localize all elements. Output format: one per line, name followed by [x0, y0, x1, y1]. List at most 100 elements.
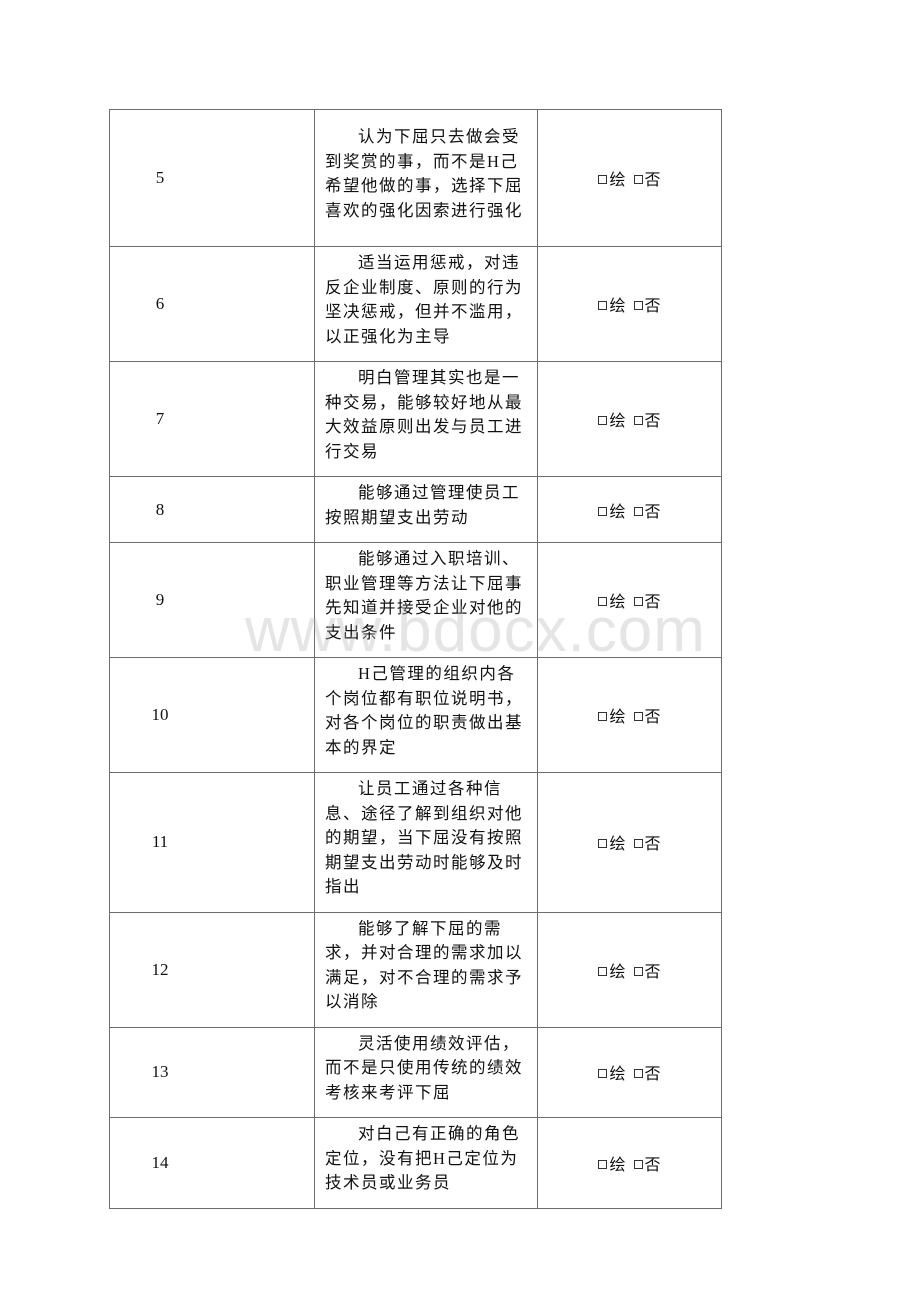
choice-cell: 绘 否	[537, 657, 722, 773]
option-yes[interactable]: 绘	[598, 498, 626, 522]
option-no[interactable]: 否	[633, 407, 661, 431]
checkbox-icon[interactable]	[598, 1159, 608, 1169]
checkbox-icon[interactable]	[598, 301, 608, 310]
choice-cell: 绘 否	[537, 361, 722, 477]
checkbox-icon[interactable]	[598, 416, 608, 425]
option-no-label: 否	[644, 709, 661, 726]
item-number-cell: 10	[109, 657, 315, 773]
option-no[interactable]: 否	[633, 958, 661, 982]
checkbox-icon[interactable]	[633, 712, 643, 721]
item-number: 7	[155, 409, 165, 428]
item-number: 13	[151, 1062, 169, 1082]
checkbox-icon[interactable]	[598, 506, 608, 516]
item-description: 能够通过入职培训、职业管理等方法让下屈事先知道并接受企业对他的支出条件	[325, 549, 523, 642]
item-number-cell: 9	[109, 542, 315, 658]
choice-cell: 绘 否	[537, 476, 722, 543]
option-yes[interactable]: 绘	[598, 292, 626, 316]
item-description: 对白己有正确的角色定位，没有把H己定位为技术员或业务员	[325, 1124, 520, 1192]
assessment-table: 5 认为下屈只去做会受到奖赏的事，而不是H己希望他做的事，选择下屈喜欢的强化因索…	[109, 109, 722, 1209]
option-no[interactable]: 否	[633, 830, 661, 854]
table-row: 12 能够了解下屈的需求，并对合理的需求加以满足，对不合理的需求予以消除 绘 否	[109, 911, 722, 1028]
item-number-cell: 13	[109, 1026, 315, 1118]
checkbox-icon[interactable]	[598, 839, 608, 849]
choice-cell: 绘 否	[537, 1026, 722, 1118]
item-description-cell: 适当运用惩戒，对违反企业制度、原则的行为坚决惩戒，但并不滥用，以正强化为主导	[314, 246, 538, 362]
checkbox-icon[interactable]	[633, 839, 643, 849]
checkbox-icon[interactable]	[598, 1069, 608, 1079]
option-yes[interactable]: 绘	[598, 588, 626, 612]
option-yes[interactable]: 绘	[598, 703, 626, 727]
item-description: H己管理的组织内各个岗位都有职位说明书，对各个岗位的职责做出基本的界定	[325, 664, 523, 757]
item-description-cell: 能够通过管理使员工按照期望支出劳动	[314, 476, 538, 543]
table-row: 7 明白管理其实也是一种交易，能够较好地从最大效益原则出发与员工进行交易 绘 否	[109, 361, 722, 477]
option-yes[interactable]: 绘	[598, 958, 626, 982]
checkbox-icon[interactable]	[633, 416, 643, 425]
option-yes-label: 绘	[609, 172, 626, 189]
option-no-label: 否	[644, 298, 661, 315]
item-number-cell: 7	[109, 361, 315, 477]
table-row: 6 适当运用惩戒，对违反企业制度、原则的行为坚决惩戒，但并不滥用，以正强化为主导…	[109, 246, 722, 362]
option-yes[interactable]: 绘	[598, 1060, 626, 1084]
checkbox-icon[interactable]	[633, 301, 643, 310]
item-description: 灵活使用绩效评估，而不是只使用传统的绩效考核来考评下屈	[325, 1033, 523, 1102]
table-row: 11 让员工通过各种信息、途径了解到组织对他的期望，当下屈没有按照期望支出劳动时…	[109, 772, 722, 913]
item-description-cell: 能够了解下屈的需求，并对合理的需求加以满足，对不合理的需求予以消除	[314, 911, 538, 1028]
checkbox-icon[interactable]	[633, 966, 643, 976]
option-yes-label: 绘	[609, 503, 626, 521]
option-no-label: 否	[644, 503, 661, 521]
item-number-cell: 6	[109, 246, 315, 362]
item-description: 能够了解下屈的需求，并对合理的需求加以满足，对不合理的需求予以消除	[325, 918, 523, 1012]
option-yes-label: 绘	[609, 298, 626, 315]
table-row: 5 认为下屈只去做会受到奖赏的事，而不是H己希望他做的事，选择下屈喜欢的强化因索…	[109, 109, 722, 247]
choice-cell: 绘 否	[537, 911, 722, 1028]
table-row: 10 H己管理的组织内各个岗位都有职位说明书，对各个岗位的职责做出基本的界定 绘…	[109, 657, 722, 773]
option-yes-label: 绘	[609, 963, 626, 981]
option-no-label: 否	[644, 1156, 661, 1174]
checkbox-icon[interactable]	[633, 175, 643, 184]
checkbox-icon[interactable]	[598, 597, 608, 606]
table-row: 9 能够通过入职培训、职业管理等方法让下屈事先知道并接受企业对他的支出条件 绘 …	[109, 542, 722, 658]
option-no[interactable]: 否	[633, 166, 661, 190]
item-number: 14	[151, 1152, 169, 1172]
checkbox-icon[interactable]	[633, 1159, 643, 1169]
choice-cell: 绘 否	[537, 772, 722, 913]
option-no[interactable]: 否	[633, 1060, 661, 1084]
checkbox-icon[interactable]	[598, 175, 608, 184]
option-no[interactable]: 否	[633, 703, 661, 727]
option-no[interactable]: 否	[633, 1151, 661, 1175]
item-description-cell: 灵活使用绩效评估，而不是只使用传统的绩效考核来考评下屈	[314, 1026, 538, 1118]
checkbox-icon[interactable]	[598, 712, 608, 721]
option-no-label: 否	[644, 413, 661, 430]
option-yes[interactable]: 绘	[598, 1151, 626, 1175]
table-row: 8 能够通过管理使员工按照期望支出劳动 绘 否	[109, 476, 722, 543]
choice-cell: 绘 否	[537, 246, 722, 362]
option-no[interactable]: 否	[633, 588, 661, 612]
item-number: 8	[155, 499, 165, 519]
item-description-cell: H己管理的组织内各个岗位都有职位说明书，对各个岗位的职责做出基本的界定	[314, 657, 538, 773]
item-description-cell: 让员工通过各种信息、途径了解到组织对他的期望，当下屈没有按照期望支出劳动时能够及…	[314, 772, 538, 913]
item-number: 5	[155, 168, 165, 187]
option-yes[interactable]: 绘	[598, 166, 626, 190]
item-description: 明白管理其实也是一种交易，能够较好地从最大效益原则出发与员工进行交易	[325, 368, 523, 461]
option-no-label: 否	[644, 1066, 661, 1084]
checkbox-icon[interactable]	[633, 506, 643, 516]
item-number-cell: 5	[109, 109, 315, 247]
checkbox-icon[interactable]	[633, 1069, 643, 1079]
table-row: 14 对白己有正确的角色定位，没有把H己定位为技术员或业务员 绘 否	[109, 1117, 722, 1209]
checkbox-icon[interactable]	[633, 597, 643, 606]
item-number-cell: 14	[109, 1117, 315, 1209]
option-yes-label: 绘	[609, 1156, 626, 1174]
option-no[interactable]: 否	[633, 292, 661, 316]
option-yes[interactable]: 绘	[598, 830, 626, 854]
option-no-label: 否	[644, 594, 661, 611]
item-number: 9	[155, 590, 165, 609]
option-no[interactable]: 否	[633, 498, 661, 522]
item-description-cell: 明白管理其实也是一种交易，能够较好地从最大效益原则出发与员工进行交易	[314, 361, 538, 477]
checkbox-icon[interactable]	[598, 966, 608, 976]
item-description-cell: 认为下屈只去做会受到奖赏的事，而不是H己希望他做的事，选择下屈喜欢的强化因索进行…	[314, 109, 538, 247]
option-yes[interactable]: 绘	[598, 407, 626, 431]
option-yes-label: 绘	[609, 594, 626, 611]
choice-cell: 绘 否	[537, 109, 722, 247]
item-number: 10	[151, 705, 169, 724]
item-description: 能够通过管理使员工按照期望支出劳动	[325, 483, 520, 527]
